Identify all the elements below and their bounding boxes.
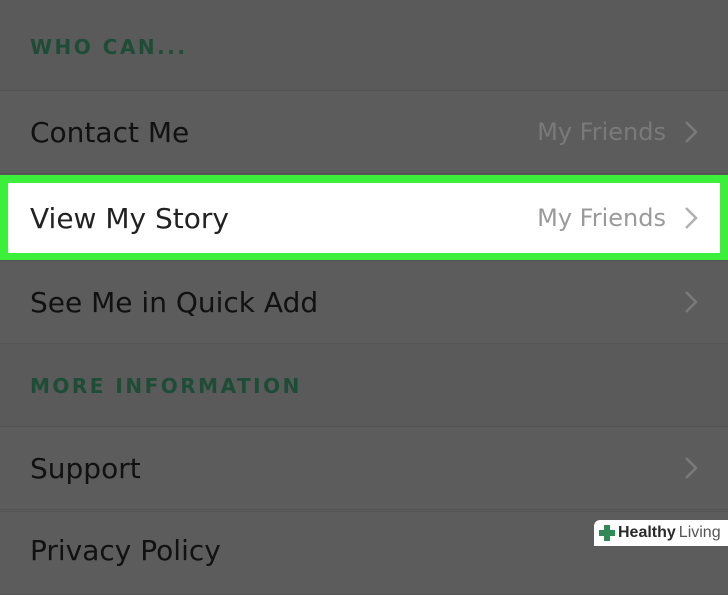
section-header-more-information: MORE INFORMATION [0, 345, 728, 427]
chevron-right-icon [685, 207, 698, 229]
row-label: See Me in Quick Add [30, 285, 319, 319]
settings-row-contact-me[interactable]: Contact Me My Friends [0, 90, 728, 174]
section-header-label: WHO CAN... [30, 35, 188, 59]
section-header-label: MORE INFORMATION [30, 374, 302, 398]
watermark-word-2: Living [678, 524, 721, 541]
chevron-right-icon [685, 121, 698, 143]
row-label: Support [30, 451, 141, 485]
watermark-word-1: Healthy [618, 524, 676, 541]
plus-cross-icon [599, 525, 615, 541]
row-label: Contact Me [30, 115, 190, 149]
section-header-who-can: WHO CAN... [0, 0, 728, 94]
chevron-right-icon [685, 291, 698, 313]
row-value: My Friends [537, 118, 666, 146]
settings-row-quick-add[interactable]: See Me in Quick Add [0, 260, 728, 344]
row-value: My Friends [537, 204, 666, 232]
chevron-right-icon [685, 457, 698, 479]
settings-row-support[interactable]: Support [0, 426, 728, 510]
row-label: View My Story [30, 201, 229, 235]
watermark-badge: Healthy Living [594, 520, 728, 546]
settings-row-view-my-story[interactable]: View My Story My Friends [0, 175, 728, 261]
